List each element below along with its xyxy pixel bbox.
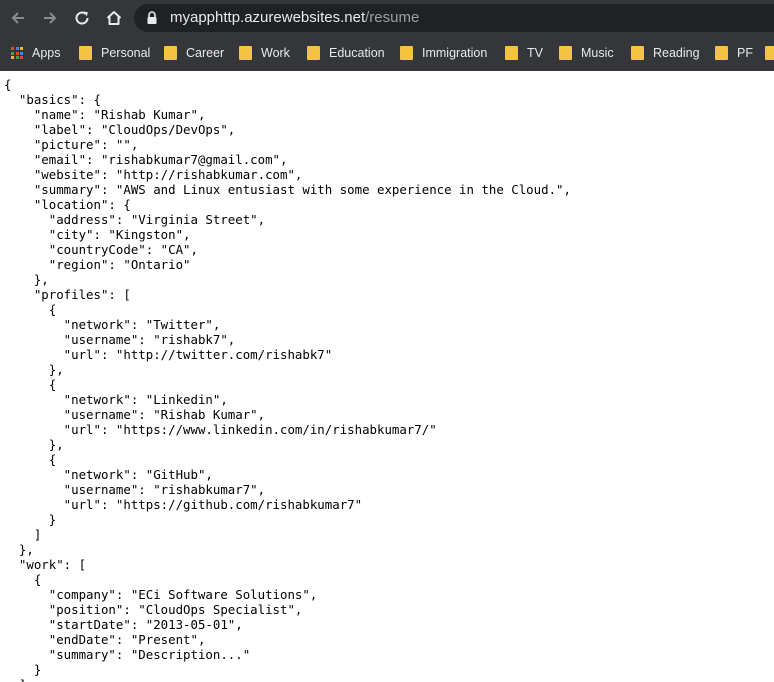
home-button[interactable]	[102, 6, 126, 30]
bookmark-label: Career	[186, 46, 225, 60]
bookmark-label: Work	[261, 46, 290, 60]
navigation-bar: myapphttp.azurewebsites.net/resume	[0, 0, 774, 36]
reload-button[interactable]	[70, 6, 94, 30]
url-path: /resume	[365, 9, 420, 26]
folder-icon	[715, 46, 728, 60]
bookmark-label: Personal	[101, 46, 151, 60]
url-text[interactable]: myapphttp.azurewebsites.net/resume	[170, 9, 419, 27]
folder-icon	[239, 46, 252, 60]
bookmark-folder-reading[interactable]: Reading	[631, 44, 700, 62]
bookmark-label: Music	[581, 46, 614, 60]
bookmark-label: Apps	[32, 46, 61, 60]
bookmark-label: TV	[527, 46, 543, 60]
bookmark-label: Immigration	[422, 46, 488, 60]
browser-chrome: myapphttp.azurewebsites.net/resume Apps …	[0, 0, 774, 71]
json-document: { "basics": { "name": "Rishab Kumar", "l…	[4, 77, 571, 682]
folder-icon	[765, 46, 774, 60]
arrow-left-icon	[11, 12, 24, 24]
bookmark-folder-music[interactable]: Music	[559, 44, 614, 62]
bookmark-folder-pf[interactable]: PF	[715, 44, 753, 62]
apps-grid-icon	[11, 47, 23, 59]
forward-button[interactable]	[38, 6, 62, 30]
bookmark-apps[interactable]: Apps	[11, 44, 61, 62]
folder-icon	[631, 46, 644, 60]
bookmark-folder-overflow[interactable]	[765, 44, 774, 62]
bookmark-label: Education	[329, 46, 385, 60]
folder-icon	[79, 46, 92, 60]
bookmark-folder-immigration[interactable]: Immigration	[400, 44, 487, 62]
bookmark-folder-personal[interactable]: Personal	[79, 44, 150, 62]
folder-icon	[400, 46, 413, 60]
arrow-right-icon	[44, 12, 57, 24]
url-host: myapphttp.azurewebsites.net	[170, 9, 366, 26]
back-button[interactable]	[6, 6, 30, 30]
folder-icon	[559, 46, 572, 60]
folder-icon	[505, 46, 518, 60]
address-bar[interactable]: myapphttp.azurewebsites.net/resume	[134, 4, 774, 32]
page-content: { "basics": { "name": "Rishab Kumar", "l…	[4, 77, 770, 682]
bookmark-folder-work[interactable]: Work	[239, 44, 290, 62]
bookmark-label: Reading	[653, 46, 700, 60]
bookmark-folder-career[interactable]: Career	[164, 44, 224, 62]
lock-icon	[147, 11, 157, 24]
reload-icon	[75, 11, 89, 25]
home-icon	[106, 11, 122, 25]
bookmarks-bar: Apps Personal Career Work Education Immi…	[0, 36, 774, 70]
folder-icon	[164, 46, 177, 60]
folder-icon	[307, 46, 320, 60]
bookmark-folder-education[interactable]: Education	[307, 44, 385, 62]
bookmark-label: PF	[737, 46, 753, 60]
bookmark-folder-tv[interactable]: TV	[505, 44, 543, 62]
